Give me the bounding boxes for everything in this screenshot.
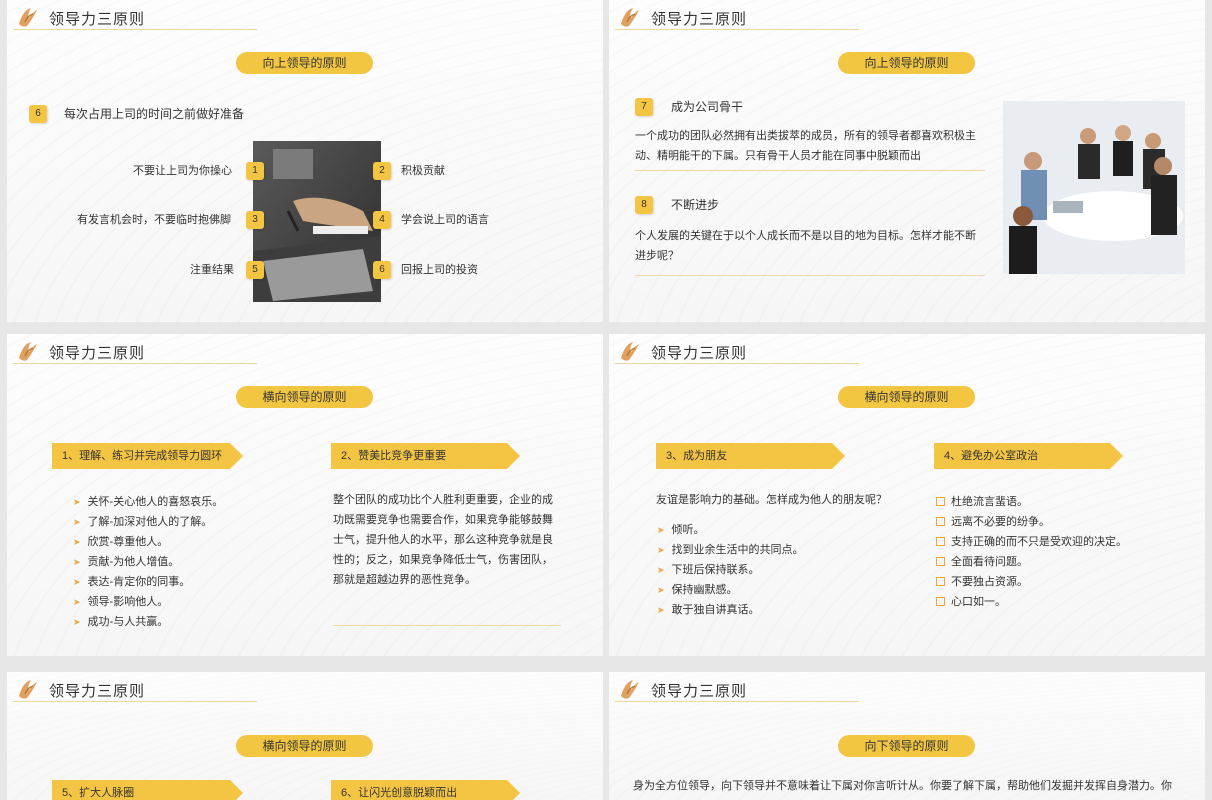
list-item: ➤ 保持幽默感。	[657, 584, 738, 596]
list-item: 远离不必要的纷争。	[936, 512, 1127, 532]
point-6-heading: 每次占用上司的时间之前做好准备	[64, 107, 245, 121]
brush-logo-icon	[621, 680, 639, 699]
list-item: 支持正确的而不只是受欢迎的决定。	[936, 532, 1127, 552]
right-item-2-label: 积极贡献	[401, 165, 445, 177]
list-item: ➤ 下班后保持联系。	[657, 564, 760, 576]
slide-upward-1[interactable]: 领导力三原则 向上领导的原则 6 每次占用上司的时间之前做好准备 不要让上司为你…	[7, 0, 603, 322]
left-item-5-label: 注重结果	[190, 264, 234, 276]
list-item: 杜绝流言蜚语。	[936, 492, 1127, 512]
slide-header-title: 领导力三原则	[651, 11, 748, 28]
header-divider	[615, 363, 859, 364]
brush-logo-icon	[19, 8, 37, 27]
left-item-1-label: 不要让上司为你操心	[133, 165, 232, 177]
section-pill: 向上领导的原则	[838, 52, 975, 74]
slide-lateral-3[interactable]: 领导力三原则 横向领导的原则 5、扩大人脉圈 6、让闪光创意脱颖而出	[7, 672, 603, 800]
list-item: ➤ 领导-影响他人。	[73, 596, 169, 608]
point-7-badge: 7	[635, 96, 653, 116]
slide-header-title: 领导力三原则	[651, 345, 748, 362]
point-8-underline	[635, 275, 985, 276]
section-pill: 横向领导的原则	[236, 386, 373, 408]
list-item: ➤ 敢于独自讲真话。	[657, 604, 760, 616]
header-divider	[615, 29, 859, 30]
list-item: ➤ 倾听。	[657, 524, 705, 536]
slide-header-title: 领导力三原则	[49, 345, 146, 362]
list-item: 全面看待问题。	[936, 552, 1127, 572]
list-item: ➤ 成功-与人共赢。	[73, 616, 169, 628]
principle-6-arrow: 6、让闪光创意脱颖而出	[331, 780, 520, 800]
point-7-text: 一个成功的团队必然拥有出类拔萃的成员，所有的领导者都喜欢积极主动、精明能干的下属…	[635, 130, 976, 162]
care-list: ➤ 关怀-关心他人的喜怒哀乐。 ➤ 了解-加深对他人的了解。 ➤ 欣赏-尊重他人。 ➤…	[73, 492, 223, 632]
right-item-4-label: 学会说上司的语言	[401, 214, 489, 226]
brush-logo-icon	[19, 342, 37, 361]
brush-logo-icon	[621, 8, 639, 27]
point-8-title: 不断进步	[671, 198, 720, 212]
right-item-4-badge: 4	[373, 209, 391, 229]
section-pill: 横向领导的原则	[236, 735, 373, 757]
header-divider	[615, 701, 859, 702]
principle-5-arrow: 5、扩大人脉圈	[52, 780, 243, 800]
slide-header-title: 领导力三原则	[49, 683, 146, 700]
slide-header-title: 领导力三原则	[651, 683, 748, 700]
right-item-6-badge: 6	[373, 259, 391, 279]
principle-3-arrow: 3、成为朋友	[656, 443, 845, 469]
list-item: ➤ 欣赏-尊重他人。	[73, 536, 169, 548]
principle-2-text: 整个团队的成功比个人胜利更重要，企业的成功既需要竞争也需要合作，如果竞争能够鼓舞…	[333, 494, 553, 586]
slide-upward-2[interactable]: 领导力三原则 向上领导的原则 7 成为公司骨干 一个成功的团队必然拥有出类拔萃的…	[609, 0, 1205, 322]
section-pill: 向下领导的原则	[838, 735, 975, 757]
laptop-writing-photo	[253, 141, 381, 302]
left-item-3-badge: 3	[246, 209, 264, 229]
slide-header-title: 领导力三原则	[49, 11, 146, 28]
politics-list: 杜绝流言蜚语。 远离不必要的纷争。 支持正确的而不只是受欢迎的决定。 全面看待问…	[936, 492, 1127, 612]
point-7-underline	[635, 170, 985, 171]
left-item-5-badge: 5	[246, 259, 264, 279]
header-divider	[13, 701, 257, 702]
list-item: ➤ 表达-肯定你的同事。	[73, 576, 191, 588]
downward-intro-text: 身为全方位领导，向下领导并不意味着让下属对你言听计从。你要了解下属，帮助他们发掘…	[633, 780, 1172, 792]
section-pill: 横向领导的原则	[838, 386, 975, 408]
friend-intro: 友谊是影响力的基础。怎样成为他人的朋友呢？	[656, 494, 887, 506]
point-7-title: 成为公司骨干	[671, 100, 744, 114]
principle-4-arrow: 4、避免办公室政治	[934, 443, 1123, 469]
list-item: 心口如一。	[936, 592, 1127, 612]
list-item: ➤ 找到业余生活中的共同点。	[657, 544, 804, 556]
header-divider	[13, 29, 257, 30]
list-item: 不要独占资源。	[936, 572, 1127, 592]
left-item-1-badge: 1	[246, 160, 264, 180]
list-item: ➤ 关怀-关心他人的喜怒哀乐。	[73, 496, 224, 508]
left-item-3-label: 有发言机会时，不要临时抱佛脚	[77, 214, 231, 226]
point-8-text: 个人发展的关键在于以个人成长而不是以目的地为目标。怎样才能不断进步呢？	[635, 230, 976, 262]
principle-1-arrow: 1、理解、练习并完成领导力圆环	[52, 443, 243, 469]
list-item: ➤ 了解-加深对他人的了解。	[73, 516, 213, 528]
principle-2-arrow: 2、赞美比竞争更重要	[331, 443, 520, 469]
header-divider	[13, 363, 257, 364]
right-item-2-badge: 2	[373, 160, 391, 180]
slide-downward-1[interactable]: 领导力三原则 向下领导的原则 身为全方位领导，向下领导并不意味着让下属对你言听计…	[609, 672, 1205, 800]
slide-lateral-1[interactable]: 领导力三原则 横向领导的原则 1、理解、练习并完成领导力圆环 2、赞美比竞争更重…	[7, 334, 603, 656]
list-item: ➤ 贡献-为他人增值。	[73, 556, 180, 568]
right-item-6-label: 回报上司的投资	[401, 264, 478, 276]
slide-lateral-2[interactable]: 领导力三原则 横向领导的原则 3、成为朋友 4、避免办公室政治 友谊是影响力的基…	[609, 334, 1205, 656]
principle-2-underline	[333, 625, 561, 626]
point-8-badge: 8	[635, 194, 653, 214]
brush-logo-icon	[621, 342, 639, 361]
brush-logo-icon	[19, 680, 37, 699]
point-6-badge: 6	[29, 103, 47, 123]
business-meeting-photo	[1003, 101, 1185, 274]
friend-list: ➤ 倾听。 ➤ 找到业余生活中的共同点。 ➤ 下班后保持联系。 ➤ 保持幽默感。 ➤ 敢于…	[657, 520, 804, 620]
section-pill: 向上领导的原则	[236, 52, 373, 74]
